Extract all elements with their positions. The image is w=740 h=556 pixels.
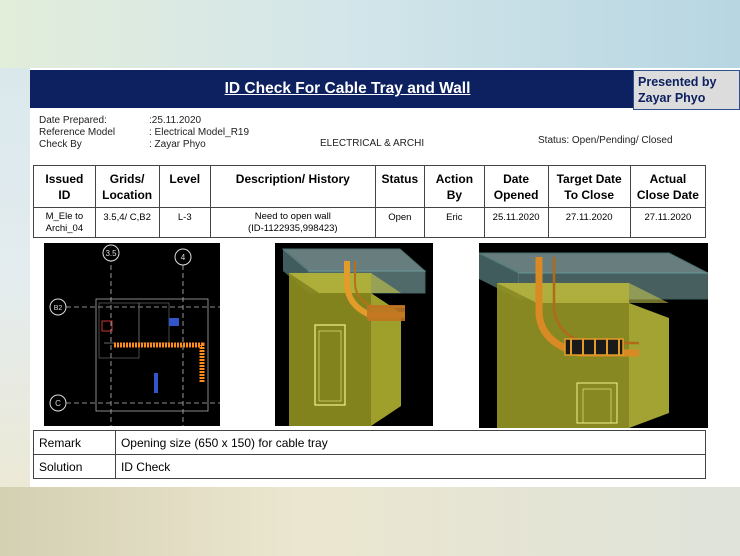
presented-by-box: Presented by Zayar Phyo (633, 70, 740, 110)
page-title: ID Check For Cable Tray and Wall (224, 80, 471, 97)
solution-label: Solution (33, 454, 116, 479)
table-row: M_Ele to Archi_04 3.5,4/ C,B2 L-3 Need to… (33, 207, 707, 238)
cell-actual-close: 27.11.2020 (629, 207, 707, 238)
table-header-row: Issued ID Grids/Location Level Descriptio… (33, 165, 707, 208)
presented-by-label: Presented by (638, 75, 717, 89)
notes-table: Remark Opening size (650 x 150) for cabl… (33, 430, 707, 479)
solution-row: Solution ID Check (33, 454, 707, 479)
col-header-issued-id: Issued ID (33, 165, 96, 208)
meta-key: Check By (39, 139, 82, 150)
solution-value: ID Check (114, 454, 707, 479)
remark-row: Remark Opening size (650 x 150) for cabl… (33, 430, 707, 455)
status-legend: Status: Open/Pending/ Closed (538, 135, 673, 146)
grid-label-3-5: 3.5 (105, 249, 117, 258)
background-top (0, 0, 740, 68)
background-bottom (0, 487, 740, 556)
cell-date-opened: 25.11.2020 (483, 207, 549, 238)
presenter-name: Zayar Phyo (638, 91, 706, 105)
issues-table: Issued ID Grids/Location Level Descriptio… (33, 165, 707, 238)
col-header-date-opened: Date Opened (483, 165, 549, 208)
cell-target-date: 27.11.2020 (547, 207, 631, 238)
meta-value: : Zayar Phyo (149, 139, 206, 150)
grid-label-c: C (55, 399, 61, 408)
col-header-target-date: Target Date To Close (547, 165, 631, 208)
grid-label-b2: B2 (54, 305, 63, 312)
section-3d-view (275, 243, 433, 426)
cell-issued-id: M_Ele to Archi_04 (33, 207, 96, 238)
col-header-status: Status (374, 165, 426, 208)
cell-level: L-3 (158, 207, 211, 238)
cell-description: Need to open wall (ID-1122935,998423) (209, 207, 376, 238)
closeup-3d-view (479, 243, 708, 428)
remark-value: Opening size (650 x 150) for cable tray (114, 430, 707, 455)
col-header-level: Level (158, 165, 211, 208)
col-header-action-by: Action By (424, 165, 485, 208)
cell-status: Open (374, 207, 426, 238)
discipline-label: ELECTRICAL & ARCHI (320, 138, 425, 149)
meta-value: : Electrical Model_R19 (149, 127, 250, 138)
col-header-grids: Grids/Location (94, 165, 160, 208)
meta-key: Reference Model (39, 127, 116, 138)
grid-label-4: 4 (181, 253, 186, 262)
floor-plan-image: 3.5 4 B2 C (44, 243, 220, 426)
cell-grids: 3.5,4/ C,B2 (94, 207, 160, 238)
meta-info: Date Prepared: :25.11.2020 Reference Mode… (39, 115, 249, 151)
title-bar: ID Check For Cable Tray and Wall (30, 70, 665, 108)
remark-label: Remark (33, 430, 116, 455)
cell-action-by: Eric (424, 207, 485, 238)
image-strip: 3.5 4 B2 C (44, 243, 708, 428)
meta-key: Date Prepared: (39, 115, 107, 126)
meta-value: :25.11.2020 (149, 115, 202, 126)
col-header-description: Description/ History (209, 165, 376, 208)
slide: ID Check For Cable Tray and Wall Present… (30, 68, 740, 487)
col-header-actual-close: Actual Close Date (629, 165, 707, 208)
